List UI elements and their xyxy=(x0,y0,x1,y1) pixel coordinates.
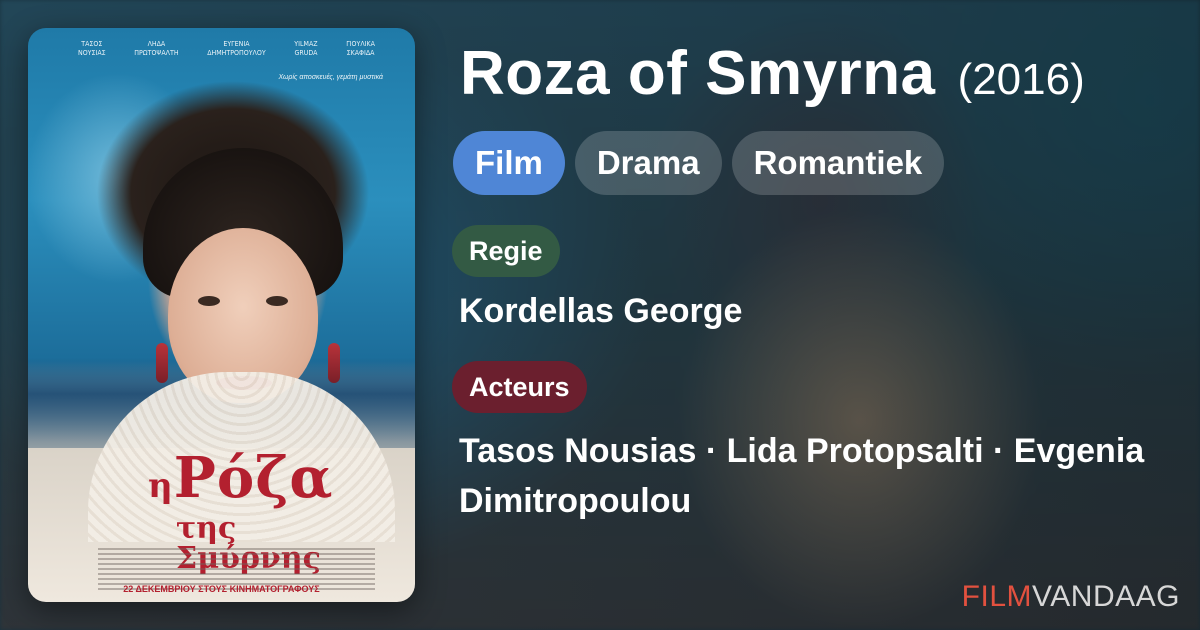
poster-title-main: Ρόζα xyxy=(173,445,334,511)
poster-eye-left xyxy=(198,296,220,306)
director-label: Regie xyxy=(452,225,560,277)
movie-year: (2016) xyxy=(957,55,1085,104)
poster-release-date: 22 ΔΕΚΕΜΒΡΙΟΥ ΣΤΟΥΣ ΚΙΝΗΜΑΤΟΓΡΑΦΟΥΣ xyxy=(123,584,320,594)
genre-pill-film[interactable]: Film xyxy=(453,131,565,195)
director-name: Kordellas George xyxy=(459,292,743,330)
site-logo[interactable]: FILMVANDAAG xyxy=(962,580,1180,614)
poster-cast-name: YILMAZ GRUDA xyxy=(294,40,318,57)
actors-list: Tasos Nousias · Lida Protopsalti · Evgen… xyxy=(459,432,1145,520)
poster-title-prefix: η xyxy=(148,466,174,506)
poster-cast-name: ΓΙΟΥΛΙΚΑ ΣΚΑΦΙΔΑ xyxy=(346,40,375,57)
site-logo-vandaag: VANDAAG xyxy=(1032,580,1180,613)
poster-earring-right xyxy=(328,343,340,383)
poster-cast-names: ΤΑΣΟΣ ΝΟΥΣΙΑΣ ΛΗΔΑ ΠΡΩΤΟΨΑΛΤΗ ΕΥΓΕΝΙΑ ΔΗ… xyxy=(78,40,375,58)
actors-label: Acteurs xyxy=(452,361,587,413)
genre-pill-romantiek[interactable]: Romantiek xyxy=(731,131,945,195)
poster-cast-name: ΤΑΣΟΣ ΝΟΥΣΙΑΣ xyxy=(78,40,106,57)
genre-pill-drama[interactable]: Drama xyxy=(574,131,722,195)
poster-tagline: Χωρίς αποσκευές, γεμάτη μυστικά xyxy=(278,74,383,81)
movie-poster: ΤΑΣΟΣ ΝΟΥΣΙΑΣ ΛΗΔΑ ΠΡΩΤΟΨΑΛΤΗ ΕΥΓΕΝΙΑ ΔΗ… xyxy=(28,28,415,602)
poster-cast-name: ΛΗΔΑ ΠΡΩΤΟΨΑΛΤΗ xyxy=(134,40,179,57)
poster-earring-left xyxy=(156,343,168,383)
movie-title-row: Roza of Smyrna (2016) xyxy=(460,38,1085,118)
movie-title: Roza of Smyrna xyxy=(460,39,936,108)
poster-eye-right xyxy=(266,296,288,306)
genre-list: Film Drama Romantiek xyxy=(453,131,945,195)
poster-cast-name: ΕΥΓΕΝΙΑ ΔΗΜΗΤΡΟΠΟΥΛΟΥ xyxy=(207,40,266,57)
site-logo-film: FILM xyxy=(961,580,1033,613)
